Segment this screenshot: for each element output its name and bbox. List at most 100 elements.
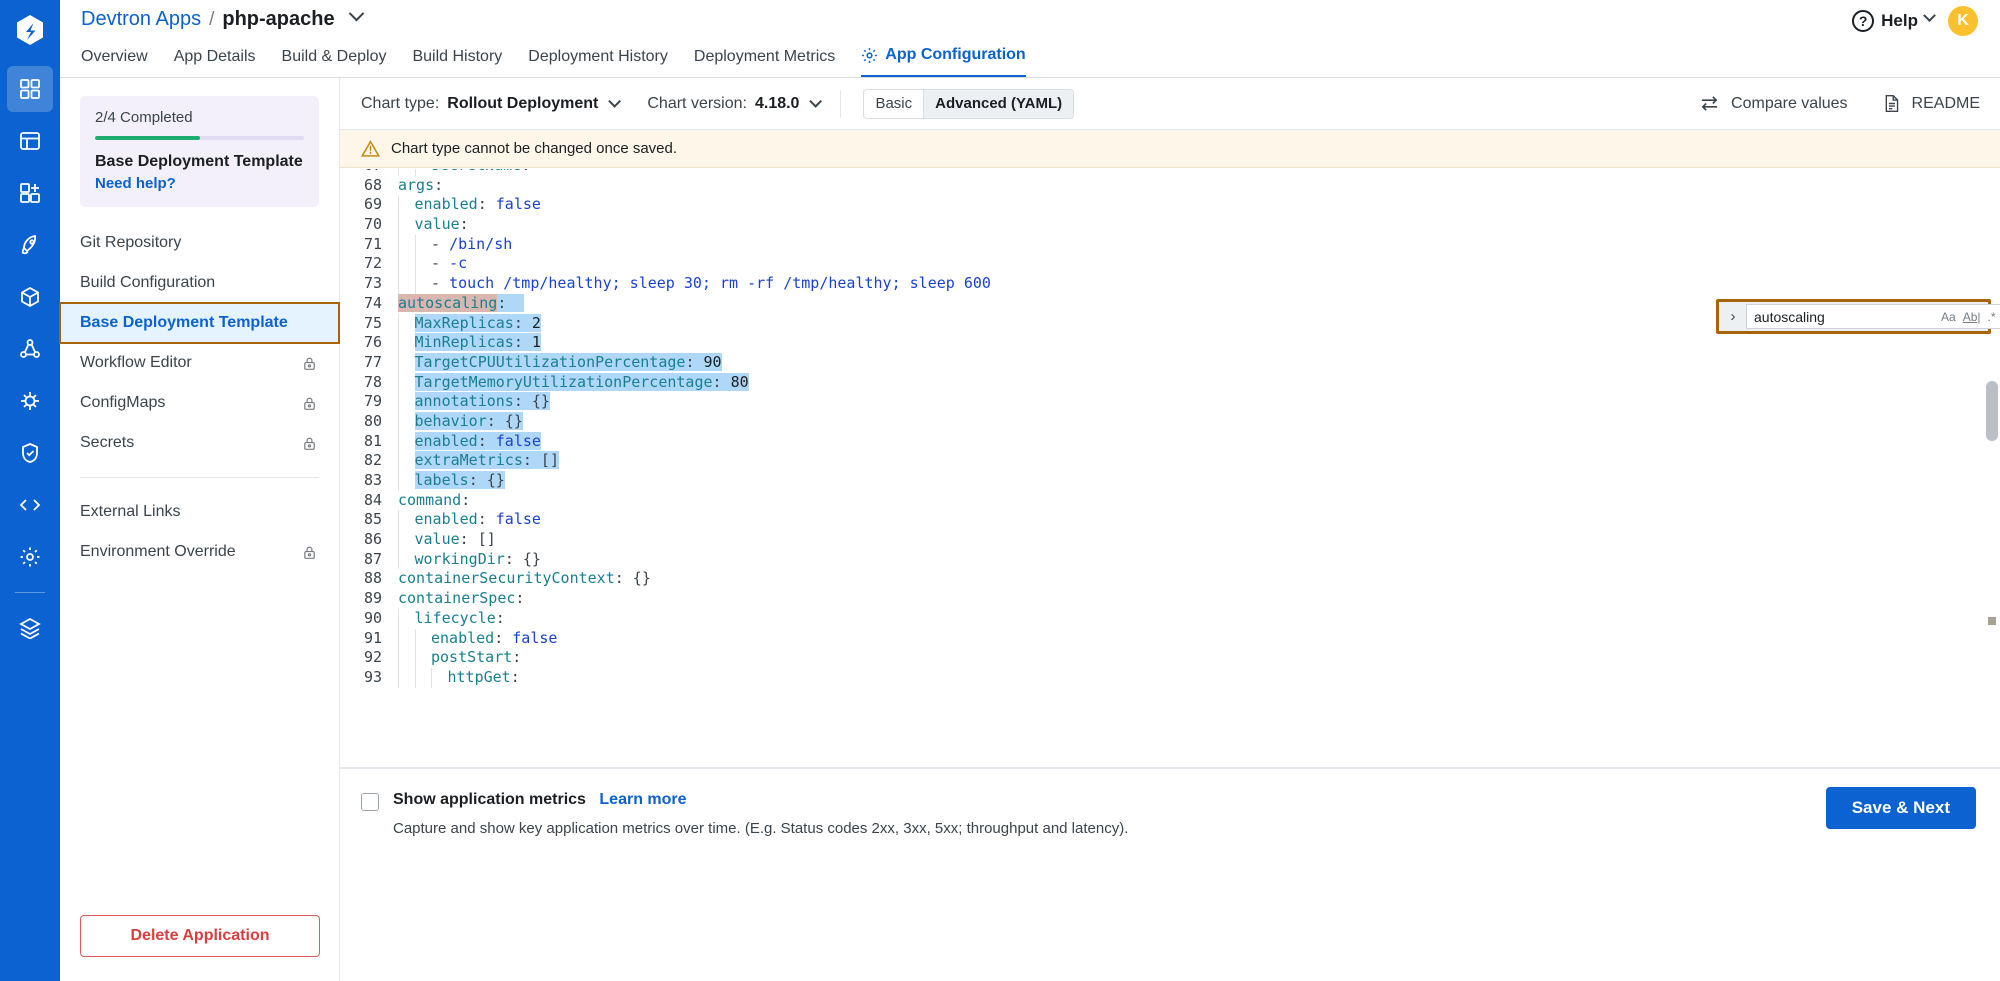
editor-scroll-marker: [1988, 617, 1996, 625]
sidebar-item-label: ConfigMaps: [80, 394, 165, 412]
indent-guide: [398, 333, 415, 353]
indent-guide: [415, 274, 432, 294]
indent-guide: [398, 392, 415, 412]
rail-item-stack-manager[interactable]: [7, 605, 53, 651]
avatar[interactable]: K: [1948, 6, 1978, 36]
line-number: 82: [340, 451, 398, 471]
match-case-toggle[interactable]: Aa: [1940, 310, 1957, 324]
search-input[interactable]: [1754, 309, 1935, 325]
find-input-wrapper[interactable]: Aa Ab| .*: [1746, 304, 2000, 329]
chevron-down-icon[interactable]: [609, 95, 622, 108]
line-number: 93: [340, 668, 398, 688]
code-text: autoscaling:: [398, 294, 524, 314]
lock-icon: [302, 356, 317, 371]
sidebar-item-base-deployment-template[interactable]: Base Deployment Template: [60, 303, 339, 343]
sidebar-item-external-links[interactable]: External Links: [60, 492, 339, 532]
whole-word-toggle[interactable]: Ab|: [1962, 310, 1982, 324]
indent-guide: [398, 254, 415, 274]
delete-application-button[interactable]: Delete Application: [80, 915, 320, 957]
chart-type-value[interactable]: Rollout Deployment: [447, 95, 598, 113]
rail-item-resource-browser[interactable]: [7, 170, 53, 216]
line-number: 84: [340, 491, 398, 511]
indent-guide: [398, 314, 415, 334]
rail-item-deployments[interactable]: [7, 222, 53, 268]
chevron-down-icon[interactable]: [348, 6, 364, 22]
compare-values-label: Compare values: [1731, 95, 1848, 113]
editor-vertical-scrollbar[interactable]: [1986, 381, 1998, 441]
chart-version-value[interactable]: 4.18.0: [755, 95, 799, 113]
sidebar-item-label: Secrets: [80, 434, 134, 452]
code-line: 79 annotations: {}: [340, 392, 2000, 412]
mode-advanced-yaml-button[interactable]: Advanced (YAML): [923, 90, 1073, 118]
rail-item-code[interactable]: [7, 482, 53, 528]
tab-label: App Configuration: [885, 46, 1025, 64]
mode-basic-button[interactable]: Basic: [864, 90, 923, 118]
code-text: secretName:: [398, 169, 530, 176]
tab-app-configuration[interactable]: App Configuration: [861, 46, 1025, 77]
line-number: 85: [340, 510, 398, 530]
sidebar-item-workflow-editor[interactable]: Workflow Editor: [60, 343, 339, 383]
tab-build-deploy[interactable]: Build & Deploy: [282, 48, 387, 77]
tab-deployment-history[interactable]: Deployment History: [528, 48, 668, 77]
code-line: 67 secretName:: [340, 169, 2000, 176]
sidebar-item-label: Environment Override: [80, 543, 236, 561]
code-line: 78 TargetMemoryUtilizationPercentage: 80: [340, 373, 2000, 393]
chart-toolbar: Chart type: Rollout Deployment Chart ver…: [340, 78, 2000, 130]
chevron-right-icon[interactable]: ›: [1726, 308, 1740, 325]
rail-item-shield[interactable]: [7, 430, 53, 476]
compare-values-button[interactable]: Compare values: [1699, 93, 1848, 114]
progress-bar-track: [95, 136, 304, 140]
indent-guide: [398, 648, 415, 668]
code-line: 72 - -c: [340, 254, 2000, 274]
app-tab-bar: Overview App Details Build & Deploy Buil…: [60, 40, 2000, 78]
rail-item-chart-store[interactable]: [7, 118, 53, 164]
learn-more-link[interactable]: Learn more: [599, 791, 686, 808]
header-actions: ? Help K: [1852, 6, 1978, 36]
tab-build-history[interactable]: Build History: [412, 48, 502, 77]
indent-guide: [398, 510, 415, 530]
question-circle-icon: ?: [1852, 10, 1874, 32]
indent-guide: [398, 471, 415, 491]
code-line: 83 labels: {}: [340, 471, 2000, 491]
editor-mode-toggle: Basic Advanced (YAML): [863, 89, 1074, 119]
sidebar-item-label: Build Configuration: [80, 274, 215, 292]
warning-text: Chart type cannot be changed once saved.: [391, 140, 677, 157]
code-line: 89containerSpec:: [340, 589, 2000, 609]
sidebar-item-configmaps[interactable]: ConfigMaps: [60, 383, 339, 423]
code-line: 84command:: [340, 491, 2000, 511]
breadcrumb-root-link[interactable]: Devtron Apps: [81, 8, 201, 31]
rail-item-applications[interactable]: [7, 66, 53, 112]
tab-app-details[interactable]: App Details: [174, 48, 256, 77]
save-and-next-button[interactable]: Save & Next: [1826, 787, 1976, 829]
help-button[interactable]: ? Help: [1852, 10, 1934, 32]
code-text: lifecycle:: [398, 609, 505, 629]
toolbar-divider: [840, 90, 841, 118]
tab-overview[interactable]: Overview: [81, 48, 148, 77]
rail-item-jobs[interactable]: [7, 326, 53, 372]
readme-label: README: [1912, 95, 1980, 113]
chevron-down-icon[interactable]: [810, 95, 823, 108]
yaml-code-editor[interactable]: 67 secretName:68args:69 enabled: false70…: [340, 169, 2000, 767]
indent-guide: [415, 648, 432, 668]
line-number: 88: [340, 569, 398, 589]
rail-item-security[interactable]: [7, 378, 53, 424]
tab-deployment-metrics[interactable]: Deployment Metrics: [694, 48, 835, 77]
show-application-metrics-checkbox[interactable]: [361, 793, 379, 811]
rail-item-global-config[interactable]: [7, 534, 53, 580]
code-text: value:: [398, 215, 469, 235]
line-number: 68: [340, 176, 398, 196]
rail-item-clusters[interactable]: [7, 274, 53, 320]
sidebar-item-environment-override[interactable]: Environment Override: [60, 532, 339, 572]
editor-find-widget: › Aa Ab| .* 1 of 2 ↑ ↓ ≡ ✕: [1716, 299, 1991, 334]
toolbar-right-actions: Compare values README: [1699, 93, 1980, 114]
readme-button[interactable]: README: [1882, 94, 1980, 113]
code-text: command:: [398, 491, 470, 511]
sidebar-item-git-repository[interactable]: Git Repository: [60, 223, 339, 263]
code-line: 69 enabled: false: [340, 195, 2000, 215]
devtron-logo-icon[interactable]: [0, 0, 60, 60]
sidebar-item-secrets[interactable]: Secrets: [60, 423, 339, 463]
indent-guide: [398, 609, 415, 629]
sidebar-item-build-configuration[interactable]: Build Configuration: [60, 263, 339, 303]
regex-toggle[interactable]: .*: [1986, 310, 1996, 324]
need-help-link[interactable]: Need help?: [95, 175, 304, 192]
